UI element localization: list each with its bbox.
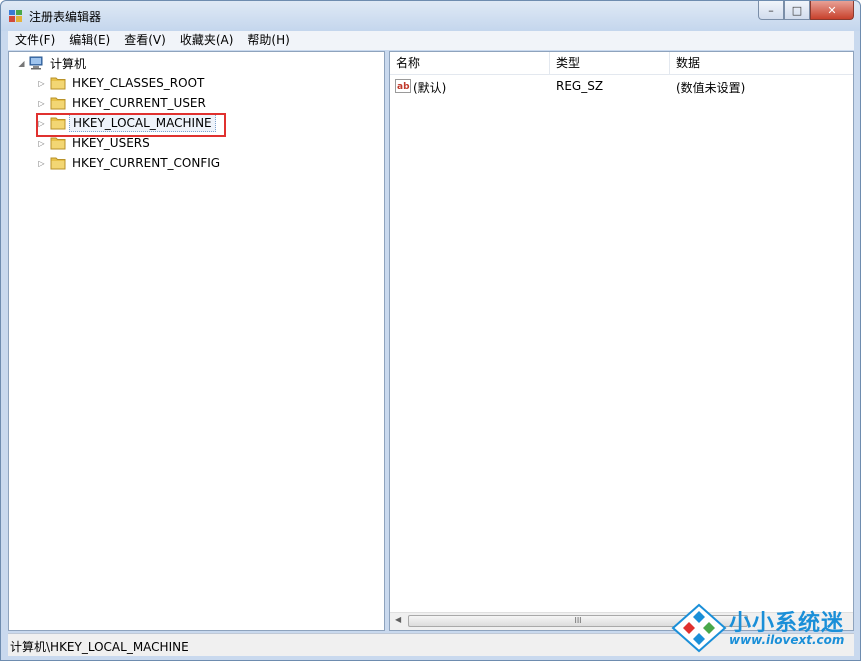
expand-arrow-icon[interactable]: ▷ [37, 79, 46, 88]
collapse-arrow-icon[interactable]: ◢ [17, 59, 26, 68]
column-header-data[interactable]: 数据 [670, 52, 853, 74]
menu-file[interactable]: 文件(F) [8, 31, 62, 50]
expand-arrow-icon[interactable]: ▷ [37, 139, 46, 148]
watermark-url: www.ilovext.com [729, 633, 845, 647]
highlight-annotation [36, 113, 226, 137]
menu-edit[interactable]: 编辑(E) [62, 31, 117, 50]
registry-editor-window: 注册表编辑器 – □ ✕ 文件(F) 编辑(E) 查看(V) 收藏夹(A) 帮助… [0, 0, 861, 661]
svg-text:ab: ab [397, 82, 410, 92]
window-controls: – □ ✕ [758, 1, 854, 21]
value-type: REG_SZ [556, 79, 604, 93]
tree-item-computer[interactable]: ◢ 计算机 [17, 53, 89, 73]
watermark-diamond-icon [671, 603, 727, 653]
folder-icon [50, 137, 66, 150]
tree-label: HKEY_CURRENT_USER [72, 96, 206, 110]
window-title: 注册表编辑器 [29, 10, 102, 24]
folder-icon [50, 157, 66, 170]
tree-item-hkcr[interactable]: ▷ HKEY_CLASSES_ROOT [37, 73, 207, 93]
close-button[interactable]: ✕ [810, 1, 854, 20]
maximize-button[interactable]: □ [784, 1, 810, 20]
tree-label: HKEY_USERS [72, 136, 150, 150]
registry-editor-icon [9, 10, 22, 22]
value-data: (数值未设置) [676, 81, 746, 95]
list-header: 名称 类型 数据 [390, 52, 853, 75]
title-bar[interactable]: 注册表编辑器 – □ ✕ [1, 1, 860, 31]
expand-arrow-icon[interactable]: ▷ [37, 99, 46, 108]
folder-icon [50, 77, 66, 90]
menu-bar: 文件(F) 编辑(E) 查看(V) 收藏夹(A) 帮助(H) [8, 31, 854, 50]
column-header-type[interactable]: 类型 [550, 52, 670, 74]
tree-label: HKEY_CURRENT_CONFIG [72, 156, 221, 170]
menu-favorites[interactable]: 收藏夹(A) [173, 31, 241, 50]
tree-item-hkcc[interactable]: ▷ HKEY_CURRENT_CONFIG [37, 153, 223, 173]
value-name: (默认) [413, 81, 447, 95]
tree-item-hkcu[interactable]: ▷ HKEY_CURRENT_USER [37, 93, 209, 113]
scroll-left-arrow-icon[interactable]: ◀ [395, 615, 401, 624]
values-list-pane[interactable]: 名称 类型 数据 ab (默认) REG_SZ (数值未设置) ◀ III [389, 51, 854, 631]
computer-icon [29, 56, 43, 70]
expand-arrow-icon[interactable]: ▷ [37, 159, 46, 168]
folder-icon [50, 97, 66, 110]
tree-pane[interactable]: ◢ 计算机 ▷ HKEY_CLASSES_ROOT ▷ HKEY_CURRENT… [8, 51, 385, 631]
minimize-button[interactable]: – [758, 1, 784, 20]
tree-label: 计算机 [50, 56, 87, 71]
column-header-name[interactable]: 名称 [390, 52, 550, 74]
watermark-logo: 小小系统迷 www.ilovext.com [669, 599, 859, 657]
status-path: 计算机\HKEY_LOCAL_MACHINE [10, 640, 189, 654]
menu-view[interactable]: 查看(V) [117, 31, 173, 50]
string-value-icon: ab [395, 79, 411, 93]
menu-help[interactable]: 帮助(H) [240, 31, 296, 50]
tree-label: HKEY_CLASSES_ROOT [72, 76, 205, 90]
